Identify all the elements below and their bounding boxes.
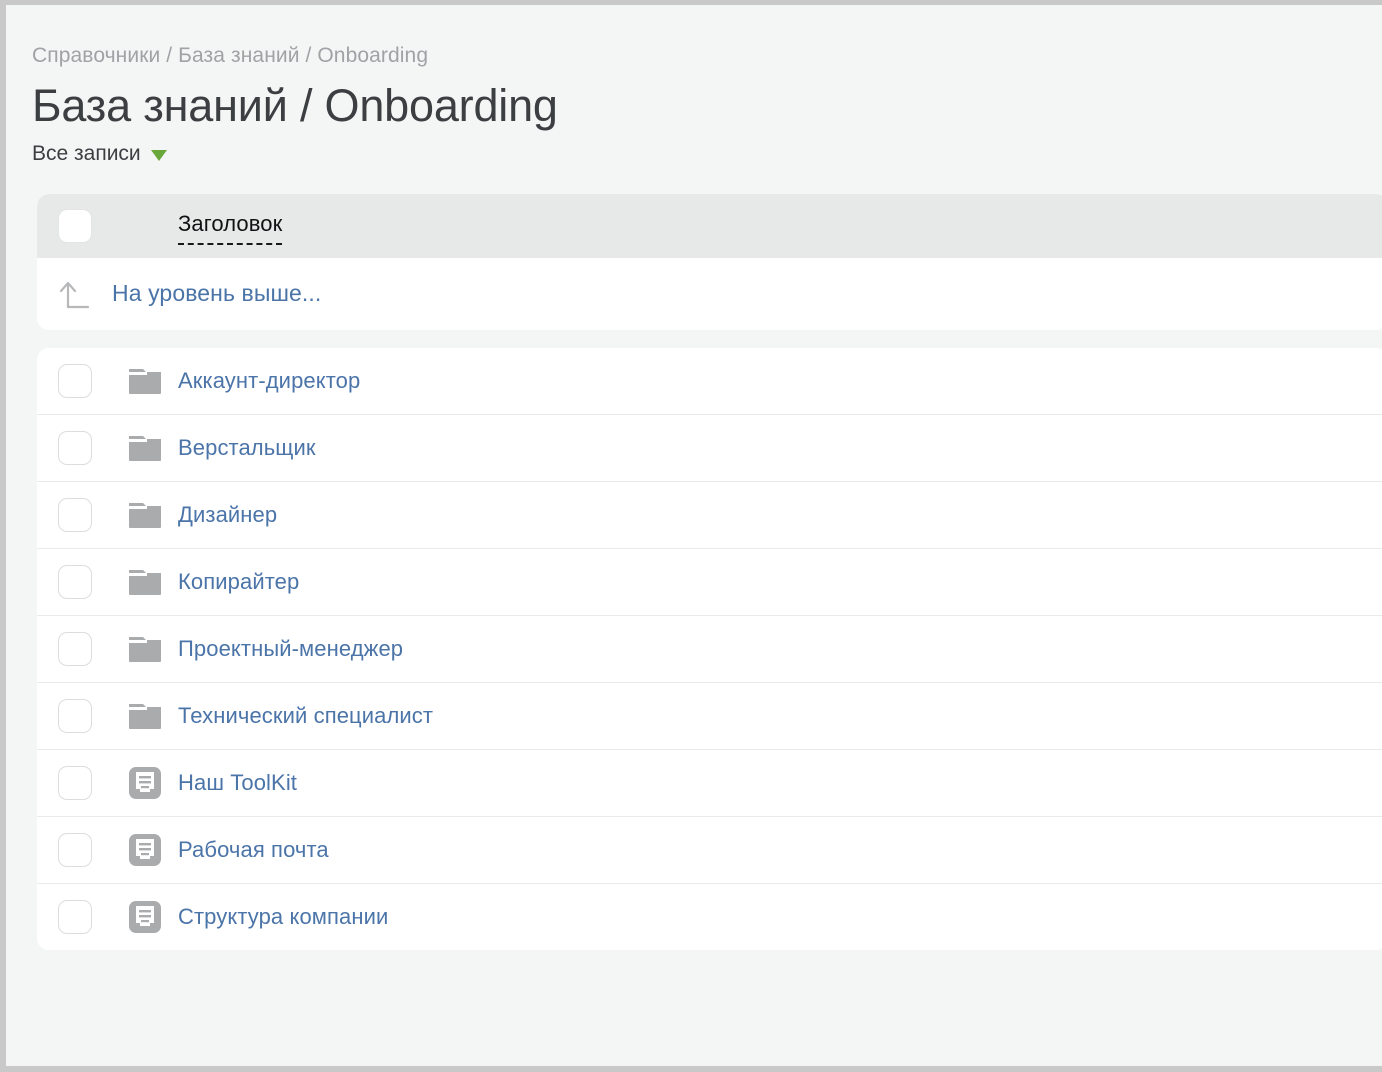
table-row[interactable]: Рабочая почта [37,815,1382,883]
column-header-title-label: Заголовок [178,211,283,237]
records-table: Заголовок На уровень выше... Аккаунт-дир… [6,193,1382,990]
table-row[interactable]: Дизайнер [37,480,1382,548]
table-row[interactable]: Аккаунт-директор [37,347,1382,414]
row-icon-cell [112,634,178,664]
table-rows-block: Аккаунт-директор Верстальщик Дизайнер Ко… [37,347,1382,950]
row-icon-cell [112,766,178,800]
row-icon-cell [112,433,178,463]
row-title[interactable]: Структура компании [178,904,388,930]
record-filter-selector[interactable]: Все записи [6,132,1382,166]
document-icon [129,900,161,933]
row-select-cell[interactable] [37,564,112,599]
row-icon-cell [112,701,178,731]
row-title[interactable]: Проектный-менеджер [178,636,403,662]
row-checkbox[interactable] [57,564,92,599]
row-title[interactable]: Верстальщик [178,435,316,461]
sortable-underline [178,243,283,246]
table-row[interactable]: Копирайтер [37,547,1382,615]
breadcrumb[interactable]: Справочники / База знаний / Onboarding [6,5,1382,68]
select-all-checkbox[interactable] [57,208,92,243]
arrow-up-level-icon [59,281,89,309]
up-one-level-icon-cell [37,278,112,310]
row-checkbox[interactable] [57,698,92,733]
row-title[interactable]: Технический специалист [178,703,433,729]
record-filter-label: Все записи [32,141,141,165]
table-header-row: Заголовок [37,193,1382,258]
page-title: База знаний / Onboarding [32,80,558,132]
row-title[interactable]: Наш ToolKit [178,770,297,796]
row-select-cell[interactable] [37,832,112,867]
folder-icon [129,636,161,662]
document-icon [129,833,161,866]
row-icon-cell [112,900,178,934]
row-select-cell[interactable] [37,631,112,666]
row-title[interactable]: Аккаунт-директор [178,368,360,394]
folder-icon [129,435,161,461]
row-title[interactable]: Рабочая почта [178,837,329,863]
app-viewport: Справочники / База знаний / Onboarding Б… [6,5,1382,1066]
row-icon-cell [112,500,178,530]
row-checkbox[interactable] [57,765,92,800]
row-icon-cell [112,366,178,396]
row-checkbox[interactable] [57,899,92,934]
caret-down-icon[interactable] [150,149,167,161]
column-header-title[interactable]: Заголовок [178,211,283,246]
table-bottom-spacer [37,950,1382,990]
up-one-level-label[interactable]: На уровень выше... [112,280,321,307]
row-checkbox[interactable] [57,631,92,666]
table-header-block: Заголовок На уровень выше... [37,193,1382,330]
row-checkbox[interactable] [57,430,92,465]
row-checkbox[interactable] [57,363,92,398]
folder-icon [129,569,161,595]
row-title[interactable]: Дизайнер [178,502,277,528]
row-select-cell[interactable] [37,765,112,800]
row-select-cell[interactable] [37,899,112,934]
table-row[interactable]: Наш ToolKit [37,748,1382,816]
folder-icon [129,368,161,394]
folder-icon [129,502,161,528]
row-select-cell[interactable] [37,497,112,532]
row-checkbox[interactable] [57,497,92,532]
page-content: Справочники / База знаний / Onboarding Б… [6,5,1382,990]
table-row[interactable]: Проектный-менеджер [37,614,1382,682]
up-one-level-row[interactable]: На уровень выше... [37,257,1382,330]
row-select-cell[interactable] [37,363,112,398]
row-select-cell[interactable] [37,430,112,465]
row-title[interactable]: Копирайтер [178,569,299,595]
folder-icon [129,703,161,729]
row-checkbox[interactable] [57,832,92,867]
document-icon [129,766,161,799]
table-row[interactable]: Технический специалист [37,681,1382,749]
row-icon-cell [112,567,178,597]
row-select-cell[interactable] [37,698,112,733]
select-all-cell[interactable] [37,208,112,243]
table-row[interactable]: Структура компании [37,882,1382,950]
row-icon-cell [112,833,178,867]
table-row[interactable]: Верстальщик [37,413,1382,481]
